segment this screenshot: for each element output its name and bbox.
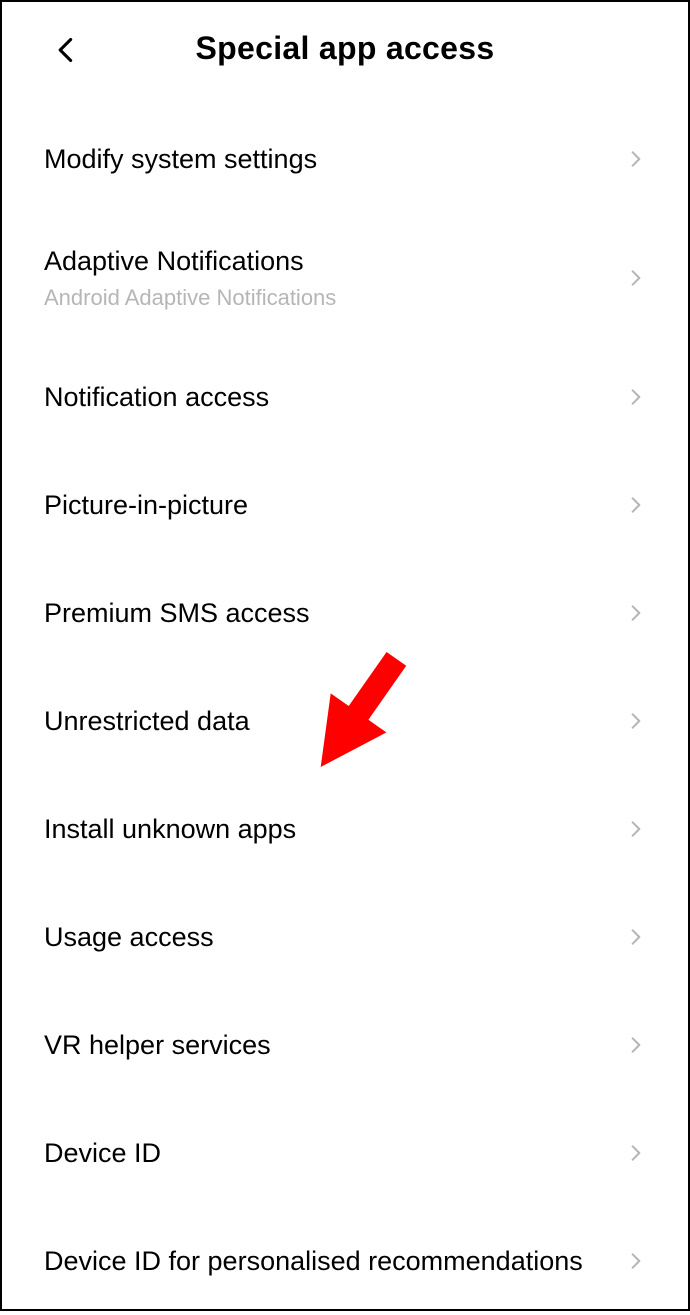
chevron-right-icon	[626, 1035, 646, 1055]
item-picture-in-picture[interactable]: Picture-in-picture	[2, 451, 688, 559]
chevron-right-icon	[626, 603, 646, 623]
list-item-text: Picture-in-picture	[44, 487, 626, 523]
item-unrestricted-data[interactable]: Unrestricted data	[2, 667, 688, 775]
item-premium-sms-access[interactable]: Premium SMS access	[2, 559, 688, 667]
chevron-right-icon	[626, 711, 646, 731]
item-device-id-personalised[interactable]: Device ID for personalised recommendatio…	[2, 1207, 688, 1315]
list-item-title: Picture-in-picture	[44, 487, 606, 523]
chevron-right-icon	[626, 149, 646, 169]
chevron-right-icon	[626, 819, 646, 839]
list-item-text: Device ID	[44, 1135, 626, 1171]
item-notification-access[interactable]: Notification access	[2, 343, 688, 451]
list-item-text: Notification access	[44, 379, 626, 415]
back-button[interactable]	[46, 30, 86, 70]
list-item-title: Device ID for personalised recommendatio…	[44, 1243, 606, 1279]
list-item-title: Device ID	[44, 1135, 606, 1171]
chevron-right-icon	[626, 1143, 646, 1163]
item-usage-access[interactable]: Usage access	[2, 883, 688, 991]
list-item-text: Premium SMS access	[44, 595, 626, 631]
chevron-right-icon	[626, 268, 646, 288]
chevron-right-icon	[626, 387, 646, 407]
settings-screen: Special app access Modify system setting…	[2, 2, 688, 1309]
chevron-right-icon	[626, 495, 646, 515]
list-item-title: Modify system settings	[44, 141, 606, 177]
item-adaptive-notifications[interactable]: Adaptive Notifications Android Adaptive …	[2, 213, 688, 343]
chevron-right-icon	[626, 927, 646, 947]
item-device-id[interactable]: Device ID	[2, 1099, 688, 1207]
list-item-title: Usage access	[44, 919, 606, 955]
list-item-text: Modify system settings	[44, 141, 626, 177]
item-modify-system-settings[interactable]: Modify system settings	[2, 105, 688, 213]
list-item-text: Unrestricted data	[44, 703, 626, 739]
list-item-text: VR helper services	[44, 1027, 626, 1063]
settings-list: Modify system settings Adaptive Notifica…	[2, 85, 688, 1315]
list-item-text: Usage access	[44, 919, 626, 955]
list-item-title: Adaptive Notifications	[44, 243, 606, 279]
back-icon	[52, 36, 80, 64]
list-item-text: Device ID for personalised recommendatio…	[44, 1243, 626, 1279]
list-item-text: Adaptive Notifications Android Adaptive …	[44, 243, 626, 313]
list-item-title: Unrestricted data	[44, 703, 606, 739]
list-item-title: Premium SMS access	[44, 595, 606, 631]
item-install-unknown-apps[interactable]: Install unknown apps	[2, 775, 688, 883]
list-item-title: VR helper services	[44, 1027, 606, 1063]
page-title: Special app access	[42, 30, 648, 67]
list-item-text: Install unknown apps	[44, 811, 626, 847]
header: Special app access	[2, 2, 688, 85]
chevron-right-icon	[626, 1251, 646, 1271]
item-vr-helper-services[interactable]: VR helper services	[2, 991, 688, 1099]
list-item-title: Notification access	[44, 379, 606, 415]
list-item-subtitle: Android Adaptive Notifications	[44, 284, 606, 313]
list-item-title: Install unknown apps	[44, 811, 606, 847]
